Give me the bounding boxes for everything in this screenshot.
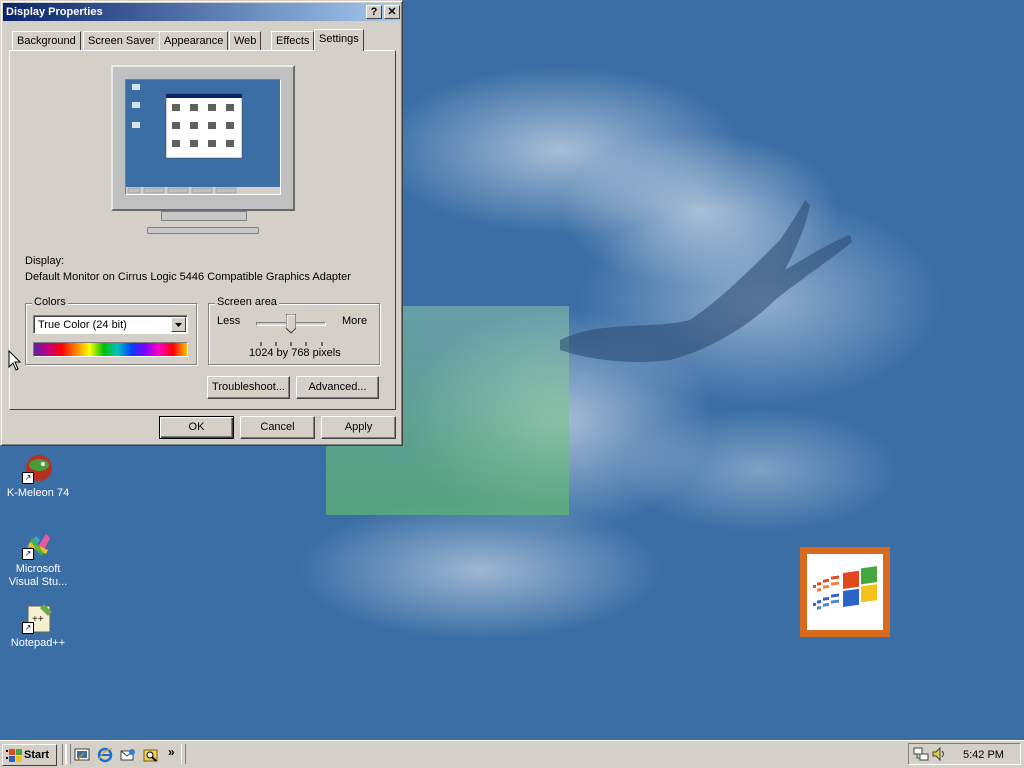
- visual-studio-icon: ↗: [22, 528, 54, 560]
- desktop-icon-label: K-Meleon 74: [6, 487, 70, 499]
- internet-explorer-icon[interactable]: [97, 747, 113, 763]
- help-button[interactable]: ?: [366, 5, 382, 19]
- tab-effects[interactable]: Effects: [271, 31, 315, 50]
- quick-launch-grip[interactable]: [66, 744, 71, 764]
- show-desktop-icon[interactable]: [74, 747, 90, 763]
- display-properties-dialog: Display Properties ? ✕ Background Screen…: [0, 0, 403, 446]
- slider-ticks: [260, 337, 324, 346]
- tab-web[interactable]: Web: [229, 31, 262, 50]
- advanced-button[interactable]: Advanced...: [296, 376, 379, 399]
- display-label: Display:: [25, 255, 65, 267]
- system-tray: 5:42 PM: [908, 743, 1021, 765]
- desktop-icon-label: Microsoft Visual Stu...: [8, 563, 68, 588]
- monitor-preview-screen: [125, 79, 281, 195]
- tab-screen-saver[interactable]: Screen Saver: [83, 31, 160, 50]
- less-label: Less: [217, 315, 241, 327]
- quick-launch-more-button[interactable]: »: [168, 745, 175, 759]
- monitor-base: [147, 227, 259, 234]
- windows-logo: [800, 547, 890, 637]
- chevron-down-icon[interactable]: [171, 317, 186, 332]
- tab-settings[interactable]: Settings: [314, 29, 364, 51]
- color-spectrum-bar: [33, 342, 188, 357]
- clock[interactable]: 5:42 PM: [963, 749, 1004, 761]
- screen-area-group-label: Screen area: [215, 296, 279, 308]
- close-button[interactable]: ✕: [384, 5, 400, 19]
- desktop-icon-visual-studio[interactable]: ↗ Microsoft Visual Stu...: [0, 528, 76, 589]
- start-label: Start: [24, 749, 50, 761]
- search-folder-icon[interactable]: [143, 747, 159, 763]
- taskbar-grip[interactable]: [181, 744, 186, 764]
- tab-appearance[interactable]: Appearance: [159, 31, 229, 50]
- desktop-icon-k-meleon[interactable]: ↗ K-Meleon 74: [0, 452, 76, 500]
- network-connection-icon[interactable]: [913, 746, 929, 762]
- cancel-button[interactable]: Cancel: [240, 416, 315, 439]
- tab-background[interactable]: Background: [12, 31, 81, 50]
- dialog-titlebar[interactable]: Display Properties ? ✕: [3, 3, 400, 21]
- colors-dropdown[interactable]: True Color (24 bit): [33, 315, 188, 334]
- resolution-slider-thumb[interactable]: [285, 313, 297, 334]
- ok-button[interactable]: OK: [159, 416, 234, 439]
- mouse-cursor-icon: [8, 350, 22, 371]
- taskbar: Start » 5:42 PM: [0, 740, 1024, 768]
- notepad-plus-plus-icon: ++ ↗: [22, 602, 54, 634]
- wallpaper-diver-silhouette: [560, 200, 852, 362]
- more-label: More: [342, 315, 368, 327]
- resolution-text: 1024 by 768 pixels: [249, 347, 341, 359]
- colors-dropdown-value: True Color (24 bit): [38, 319, 127, 331]
- desktop-icon-label: Notepad++: [10, 637, 66, 649]
- volume-icon[interactable]: [931, 746, 947, 762]
- start-button[interactable]: Start: [2, 744, 57, 766]
- outlook-express-icon[interactable]: [120, 747, 136, 763]
- monitor-neck: [161, 211, 247, 221]
- apply-button[interactable]: Apply: [321, 416, 396, 439]
- desktop-icon-notepad-plus-plus[interactable]: ++ ↗ Notepad++: [0, 602, 76, 650]
- colors-group-label: Colors: [32, 296, 68, 308]
- k-meleon-icon: ↗: [22, 452, 54, 484]
- troubleshoot-button[interactable]: Troubleshoot...: [207, 376, 290, 399]
- windows-flag-icon: [6, 749, 22, 762]
- display-adapter-text: Default Monitor on Cirrus Logic 5446 Com…: [25, 271, 351, 283]
- dialog-title: Display Properties: [6, 6, 103, 18]
